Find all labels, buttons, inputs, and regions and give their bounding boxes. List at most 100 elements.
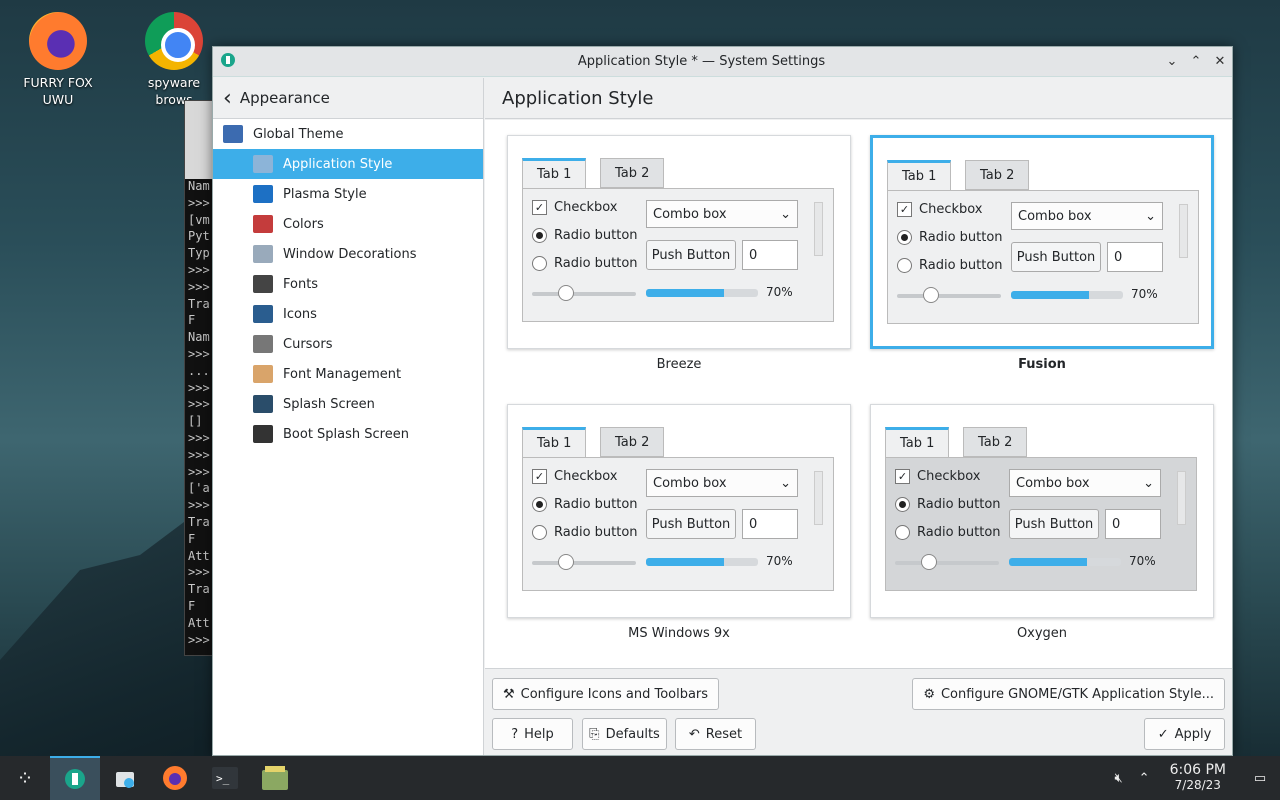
preview-checkbox[interactable]: ✓ Checkbox: [532, 200, 618, 215]
task-file-manager[interactable]: [250, 756, 300, 800]
preview-combo-box[interactable]: Combo box ⌄: [1011, 202, 1163, 230]
preview-radio-2[interactable]: Radio button: [897, 258, 1003, 273]
sidebar-item-colors[interactable]: Colors: [213, 209, 483, 239]
configure-gtk-button[interactable]: ⚙ Configure GNOME/GTK Application Style..…: [912, 678, 1225, 710]
sidebar-item-icons[interactable]: Icons: [213, 299, 483, 329]
apply-button[interactable]: ✓ Apply: [1144, 718, 1225, 750]
preview-radio-2[interactable]: Radio button: [532, 256, 638, 271]
desktop-icon-firefox[interactable]: FURRY FOX UWU: [18, 12, 98, 108]
preview-tab-1[interactable]: Tab 1: [885, 427, 950, 457]
preview-combo-box[interactable]: Combo box ⌄: [1009, 469, 1161, 497]
task-discover[interactable]: [100, 756, 150, 800]
maximize-icon[interactable]: ⌃: [1184, 54, 1208, 69]
sidebar-item-splash-screen[interactable]: Splash Screen: [213, 389, 483, 419]
style-card-fusion[interactable]: Tab 1 Tab 2 ✓ Checkbox Radio button Radio…: [870, 135, 1214, 349]
help-icon: ?: [511, 726, 519, 742]
chevron-up-icon[interactable]: ⌃: [1139, 771, 1150, 786]
style-card-oxygen[interactable]: Tab 1 Tab 2 ✓ Checkbox Radio button Radio…: [870, 404, 1214, 618]
preview-scrollbar[interactable]: [814, 202, 823, 256]
preview-slider[interactable]: [897, 287, 1001, 303]
progress-text: 70%: [766, 554, 793, 568]
preview-radio-1[interactable]: Radio button: [895, 497, 1001, 512]
clock[interactable]: 6:06 PM 7/28/23: [1170, 763, 1226, 793]
preview-combo-box[interactable]: Combo box ⌄: [646, 469, 798, 497]
preview-tab-1[interactable]: Tab 1: [887, 160, 952, 190]
sidebar: ‹ Appearance Global Theme Application Sty…: [213, 78, 484, 755]
sidebar-item-label: Window Decorations: [283, 246, 417, 262]
preview-spin-box[interactable]: 0: [1107, 242, 1163, 272]
preview-radio-1[interactable]: Radio button: [532, 228, 638, 243]
sidebar-item-boot-splash-screen[interactable]: Boot Splash Screen: [213, 419, 483, 449]
radio-on-icon: [532, 228, 547, 243]
preview-tab-2[interactable]: Tab 2: [963, 427, 1028, 457]
reset-button[interactable]: ↶ Reset: [675, 718, 756, 750]
preview-spin-box[interactable]: 0: [742, 509, 798, 539]
preview-push-button[interactable]: Push Button: [646, 509, 736, 539]
defaults-button[interactable]: ⎘ Defaults: [582, 718, 667, 750]
style-card-ms-windows-9x[interactable]: Tab 1 Tab 2 ✓ Checkbox Radio button Radio…: [507, 404, 851, 618]
preview-tab-2[interactable]: Tab 2: [600, 427, 665, 457]
sidebar-item-fonts[interactable]: Fonts: [213, 269, 483, 299]
sidebar-item-label: Icons: [283, 306, 317, 322]
desktop-icon-label: FURRY FOX UWU: [23, 75, 93, 107]
style-caption: Oxygen: [1016, 626, 1068, 641]
preview-slider[interactable]: [532, 554, 636, 570]
help-button[interactable]: ? Help: [492, 718, 573, 750]
tab-label: Tab 2: [978, 434, 1013, 450]
footer: ⚒ Configure Icons and Toolbars ⚙ Configure…: [485, 668, 1232, 755]
preview-checkbox[interactable]: ✓ Checkbox: [895, 469, 981, 484]
preview-tab-2[interactable]: Tab 2: [600, 158, 665, 188]
task-firefox[interactable]: [150, 756, 200, 800]
preview-slider[interactable]: [895, 554, 999, 570]
sidebar-item-plasma-style[interactable]: Plasma Style: [213, 179, 483, 209]
preview-combo-box[interactable]: Combo box ⌄: [646, 200, 798, 228]
preview-spin-box[interactable]: 0: [742, 240, 798, 270]
preview-push-button[interactable]: Push Button: [1009, 509, 1099, 539]
preview-radio-1[interactable]: Radio button: [532, 497, 638, 512]
preview-radio-1[interactable]: Radio button: [897, 230, 1003, 245]
slider-handle[interactable]: [921, 554, 937, 570]
preview-radio-2[interactable]: Radio button: [895, 525, 1001, 540]
checkmark-icon: ✓: [532, 469, 547, 484]
preview-push-button[interactable]: Push Button: [1011, 242, 1101, 272]
slider-handle[interactable]: [923, 287, 939, 303]
preview-tab-1[interactable]: Tab 1: [522, 158, 587, 188]
volume-muted-icon[interactable]: 🔇︎: [1114, 771, 1122, 786]
style-card-breeze[interactable]: Tab 1 Tab 2 ✓ Checkbox Radio button Radio…: [507, 135, 851, 349]
preview-spin-box[interactable]: 0: [1105, 509, 1161, 539]
sidebar-item-global-theme[interactable]: Global Theme: [213, 119, 483, 149]
preview-scrollbar[interactable]: [1179, 204, 1188, 258]
app-icon: [213, 52, 243, 72]
preview-radio-2[interactable]: Radio button: [532, 525, 638, 540]
preview-push-button[interactable]: Push Button: [646, 240, 736, 270]
preview-slider[interactable]: [532, 285, 636, 301]
radio-label: Radio button: [917, 525, 1001, 540]
slider-handle[interactable]: [558, 554, 574, 570]
task-system-settings[interactable]: [50, 756, 100, 800]
preview-scrollbar[interactable]: [1177, 471, 1186, 525]
preview-tab-2[interactable]: Tab 2: [965, 160, 1030, 190]
progress-text: 70%: [1129, 554, 1156, 568]
push-button-label: Push Button: [651, 247, 731, 263]
back-arrow-icon[interactable]: ‹: [223, 86, 232, 111]
preview-scrollbar[interactable]: [814, 471, 823, 525]
minimize-icon[interactable]: ⌄: [1160, 54, 1184, 69]
spin-value: 0: [749, 516, 758, 532]
preview-tab-1[interactable]: Tab 1: [522, 427, 587, 457]
preview-checkbox[interactable]: ✓ Checkbox: [532, 469, 618, 484]
task-terminal[interactable]: >_: [200, 756, 250, 800]
preview-checkbox[interactable]: ✓ Checkbox: [897, 202, 983, 217]
sidebar-item-font-management[interactable]: Font Management: [213, 359, 483, 389]
checkbox-label: Checkbox: [917, 469, 981, 484]
close-icon[interactable]: ✕: [1208, 54, 1232, 69]
cursors-icon: [253, 335, 273, 353]
checkbox-label: Checkbox: [554, 469, 618, 484]
app-launcher-icon[interactable]: ⁘: [0, 756, 50, 800]
slider-handle[interactable]: [558, 285, 574, 301]
sidebar-item-cursors[interactable]: Cursors: [213, 329, 483, 359]
configure-icons-button[interactable]: ⚒ Configure Icons and Toolbars: [492, 678, 720, 710]
desktop-icon-chrome[interactable]: spyware brows: [134, 12, 214, 108]
show-desktop-icon[interactable]: ▭: [1240, 771, 1280, 786]
sidebar-item-application-style[interactable]: Application Style: [213, 149, 483, 179]
sidebar-item-window-decorations[interactable]: Window Decorations: [213, 239, 483, 269]
